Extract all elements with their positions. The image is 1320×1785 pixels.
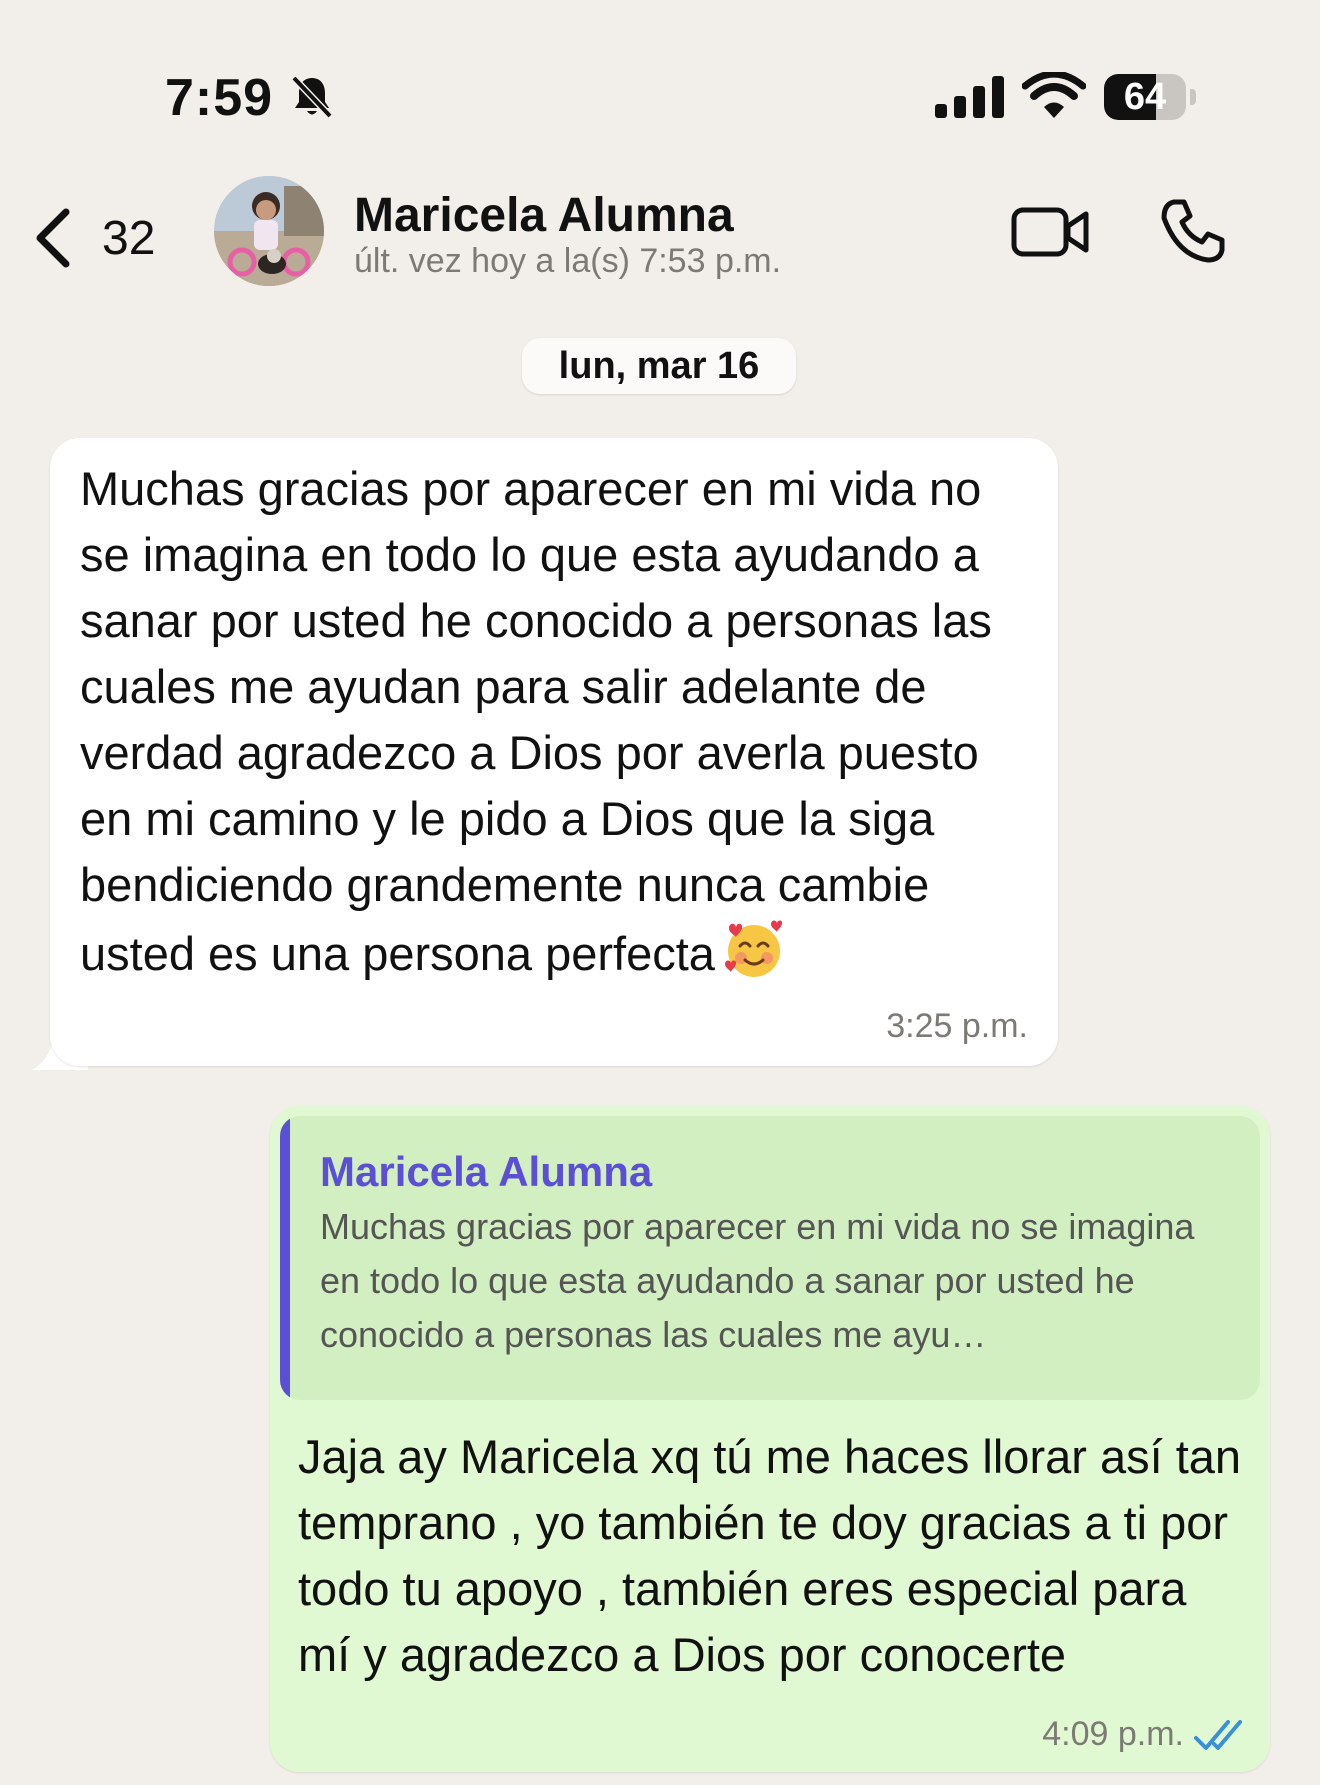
unread-count: 32 <box>102 211 156 265</box>
battery-icon: 64 <box>1104 74 1196 120</box>
phone-icon[interactable] <box>1158 196 1228 266</box>
video-camera-icon[interactable] <box>1010 202 1092 262</box>
message-timestamp: 3:25 p.m. <box>886 1007 1028 1045</box>
quoted-text: Muchas gracias por aparecer en mi vida n… <box>320 1206 1195 1355</box>
status-time: 7:59 <box>165 69 274 127</box>
double-check-icon <box>1194 1719 1242 1750</box>
cellular-signal-icon <box>935 76 1004 118</box>
quoted-message[interactable]: Maricela Alumna Muchas gracias por apare… <box>280 1116 1260 1400</box>
back-button[interactable]: 32 <box>30 198 180 278</box>
smiling-face-with-hearts-icon <box>724 920 783 977</box>
status-bar: 7:59 64 <box>0 0 1320 150</box>
message-meta: 4:09 p.m. <box>1042 1715 1242 1754</box>
chat-header: 32 Maricela Alumna últ. vez hoy a la(s) … <box>0 170 1320 300</box>
date-separator: lun, mar 16 <box>522 338 796 394</box>
message-text: Muchas gracias por aparecer en mi vida n… <box>80 462 992 980</box>
message-text: Jaja ay Maricela xq tú me haces llorar a… <box>298 1430 1242 1681</box>
bell-slash-icon <box>291 75 333 119</box>
battery-level: 64 <box>1123 76 1167 118</box>
avatar[interactable] <box>214 176 324 286</box>
quote-accent-bar <box>280 1116 290 1400</box>
message-timestamp: 4:09 p.m. <box>1042 1715 1184 1753</box>
incoming-message-bubble[interactable]: Muchas gracias por aparecer en mi vida n… <box>50 438 1058 1066</box>
chevron-left-icon <box>36 208 70 268</box>
outgoing-message-bubble[interactable]: Maricela Alumna Muchas gracias por apare… <box>270 1106 1270 1772</box>
quoted-author: Maricela Alumna <box>320 1148 653 1195</box>
wifi-icon <box>1022 72 1086 118</box>
contact-name[interactable]: Maricela Alumna <box>354 188 734 243</box>
last-seen-status: últ. vez hoy a la(s) 7:53 p.m. <box>354 242 782 280</box>
